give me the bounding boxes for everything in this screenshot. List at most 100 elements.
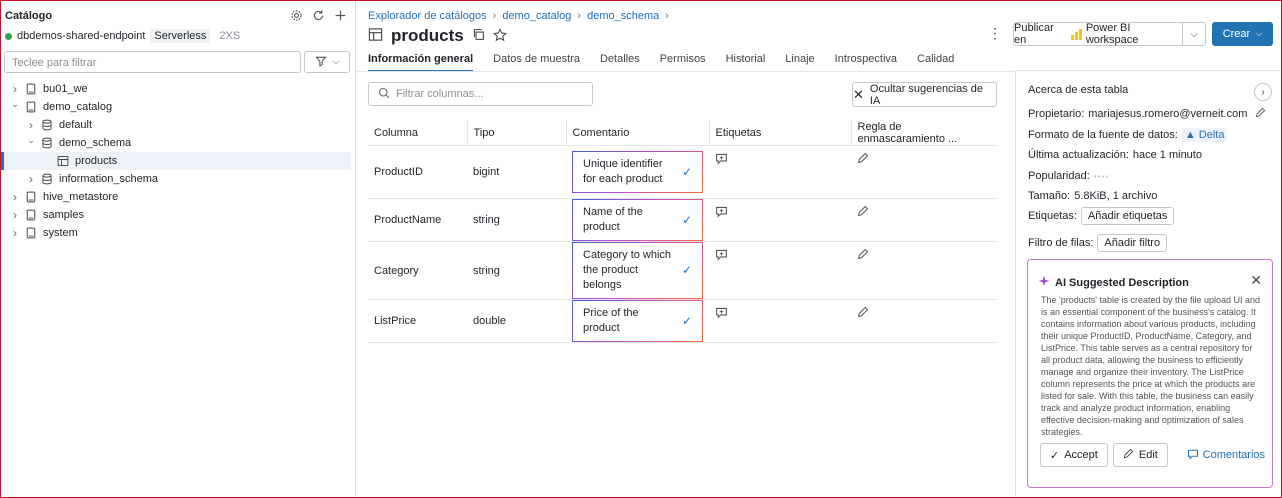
- chevron-right-icon[interactable]: ›: [1254, 83, 1272, 101]
- accept-label: Accept: [1064, 449, 1098, 461]
- copy-icon[interactable]: [472, 28, 485, 44]
- tab-detalles[interactable]: Detalles: [600, 53, 640, 72]
- pencil-icon[interactable]: [857, 306, 869, 321]
- sql-endpoint-selector[interactable]: dbdemos-shared-endpoint Serverless 2XS: [5, 29, 240, 43]
- ai-card-header: AI Suggested Description: [1038, 275, 1189, 290]
- columns-table-body: ProductID bigint Unique identifier for eac…: [368, 145, 998, 343]
- table-row: ProductID bigint Unique identifier for eac…: [368, 145, 998, 199]
- column-header[interactable]: Etiquetas: [708, 119, 851, 146]
- add-tag-icon[interactable]: [715, 307, 728, 322]
- owner-row: Propietario: mariajesus.romero@verneit.c…: [1028, 107, 1266, 121]
- chevron-right-icon[interactable]: ›: [9, 82, 21, 96]
- check-icon[interactable]: ✓: [682, 165, 692, 180]
- add-tag-icon[interactable]: [715, 206, 728, 221]
- chevron-right-icon[interactable]: ›: [9, 226, 21, 240]
- pencil-icon[interactable]: [1255, 107, 1266, 121]
- sidebar-item-label: bu01_we: [43, 83, 88, 95]
- tags-cell: [709, 299, 851, 343]
- publish-main-button[interactable]: Publicar en Power BI workspace: [1014, 22, 1183, 46]
- tab-linaje[interactable]: Linaje: [785, 53, 814, 72]
- tab-permisos[interactable]: Permisos: [660, 53, 706, 72]
- sidebar-item-information-schema[interactable]: › information_schema: [1, 170, 351, 188]
- funnel-icon: [315, 55, 327, 70]
- sidebar-item-hive-metastore[interactable]: › hive_metastore: [1, 188, 351, 206]
- chevron-down-icon[interactable]: ⌄: [9, 99, 21, 110]
- sidebar-item-label: default: [59, 119, 93, 131]
- tags-row: Etiquetas: Añadir etiquetas: [1028, 207, 1175, 225]
- pencil-icon[interactable]: [857, 152, 869, 167]
- more-options-icon[interactable]: ⋮: [988, 25, 1002, 42]
- sidebar-item-demo-catalog[interactable]: ⌄ demo_catalog: [1, 98, 351, 116]
- gear-icon[interactable]: [289, 8, 303, 22]
- add-row-filter-button[interactable]: Añadir filtro: [1097, 234, 1168, 252]
- chevron-right-icon[interactable]: ›: [9, 208, 21, 222]
- add-tags-button[interactable]: Añadir etiquetas: [1080, 207, 1175, 225]
- table-row: ListPrice double Price of the product ✓: [368, 299, 998, 343]
- tab-historial[interactable]: Historial: [726, 53, 766, 72]
- size-row: Tamaño: 5.8KiB, 1 archivo: [1028, 190, 1157, 202]
- catalog-tree: › bu01_we ⌄ demo_catalog › default ⌄ demo_schem…: [1, 80, 351, 242]
- popularity-label: Popularidad:: [1028, 170, 1090, 182]
- sidebar-item-system[interactable]: › system: [1, 224, 351, 242]
- check-icon[interactable]: ✓: [682, 314, 692, 329]
- check-icon: ✓: [1050, 449, 1060, 462]
- ai-comment-suggestion[interactable]: Price of the product ✓: [572, 300, 703, 342]
- plus-icon[interactable]: [333, 8, 347, 22]
- hide-ai-label: Ocultar sugerencias de IA: [869, 82, 984, 107]
- search-icon: [378, 87, 390, 102]
- comment-cell: Price of the product ✓: [566, 299, 709, 343]
- breadcrumb-item[interactable]: demo_catalog: [502, 10, 571, 22]
- sidebar-filter-input[interactable]: Teclee para filtrar: [4, 51, 301, 73]
- check-icon[interactable]: ✓: [682, 213, 692, 228]
- sidebar-item-demo-schema[interactable]: ⌄ demo_schema: [1, 134, 351, 152]
- star-icon[interactable]: [492, 27, 507, 45]
- ai-comment-suggestion[interactable]: Unique identifier for each product ✓: [572, 151, 703, 193]
- chevron-down-icon[interactable]: ⌄: [25, 135, 37, 146]
- publish-label: Publicar en: [1014, 22, 1054, 46]
- pencil-icon[interactable]: [857, 248, 869, 263]
- hide-ai-suggestions-button[interactable]: ✕ Ocultar sugerencias de IA: [852, 82, 997, 107]
- add-tag-icon[interactable]: [715, 249, 728, 264]
- comment-icon: [1187, 448, 1199, 463]
- close-icon[interactable]: ✕: [1250, 272, 1262, 289]
- breadcrumb-item[interactable]: demo_schema: [587, 10, 659, 22]
- chevron-down-icon[interactable]: ⌵: [1183, 29, 1205, 40]
- refresh-icon[interactable]: [311, 8, 325, 22]
- column-header[interactable]: Columna: [368, 119, 467, 146]
- owner-label: Propietario:: [1028, 108, 1085, 120]
- ai-comment-suggestion[interactable]: Name of the product ✓: [572, 199, 703, 241]
- tab-datos-de-muestra[interactable]: Datos de muestra: [493, 53, 580, 72]
- accept-button[interactable]: ✓ Accept: [1040, 443, 1108, 467]
- column-name: Category: [368, 241, 467, 300]
- chevron-right-icon[interactable]: ›: [25, 118, 37, 132]
- column-header[interactable]: Comentario: [565, 119, 709, 146]
- tab-introspectiva[interactable]: Introspectiva: [835, 53, 897, 72]
- column-header[interactable]: Tipo: [466, 119, 566, 146]
- create-button[interactable]: Crear ⌵: [1212, 22, 1273, 46]
- table-icon: [368, 27, 383, 45]
- popularity-bars-icon: ▪▪▪▪: [1093, 171, 1110, 181]
- column-header[interactable]: Regla de enmascaramiento ...: [850, 119, 998, 146]
- filter-options-button[interactable]: ⌵: [304, 51, 350, 73]
- tags-cell: [709, 241, 851, 300]
- catalog-icon: [25, 227, 37, 239]
- breadcrumb-item[interactable]: Explorador de catálogos: [368, 10, 487, 22]
- sidebar-item-default[interactable]: › default: [1, 116, 351, 134]
- chevron-right-icon[interactable]: ›: [9, 190, 21, 204]
- sidebar-item-bu01-we[interactable]: › bu01_we: [1, 80, 351, 98]
- tab-informaci-n-general[interactable]: Información general: [368, 53, 474, 72]
- chevron-right-icon[interactable]: ›: [25, 172, 37, 186]
- schema-icon: [41, 119, 53, 131]
- column-filter-input[interactable]: Filtrar columnas...: [368, 82, 593, 106]
- tab-calidad[interactable]: Calidad: [917, 53, 954, 72]
- edit-button[interactable]: Edit: [1112, 443, 1168, 467]
- ai-comment-suggestion[interactable]: Category to which the product belongs ✓: [572, 242, 703, 299]
- updated-row: Última actualización: hace 1 minuto: [1028, 149, 1202, 161]
- sidebar-item-products[interactable]: products: [1, 152, 351, 170]
- comment-text: Unique identifier for each product: [583, 158, 663, 185]
- sidebar-item-samples[interactable]: › samples: [1, 206, 351, 224]
- comments-link[interactable]: Comentarios: [1187, 448, 1265, 463]
- check-icon[interactable]: ✓: [682, 263, 692, 278]
- add-tag-icon[interactable]: [715, 153, 728, 168]
- pencil-icon[interactable]: [857, 205, 869, 220]
